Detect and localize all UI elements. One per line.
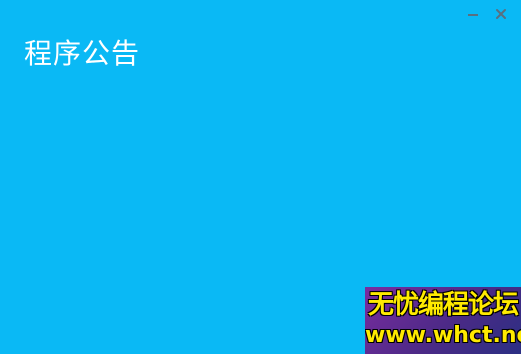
minimize-button[interactable]: [465, 6, 481, 22]
window-controls: [465, 6, 509, 22]
close-icon: [496, 9, 506, 19]
window-title: 程序公告: [24, 37, 141, 70]
announcement-window: 程序公告 无忧编程论坛 www.whct.net: [0, 0, 521, 354]
close-button[interactable]: [493, 6, 509, 22]
watermark-site-name: 无忧编程论坛: [367, 290, 519, 320]
watermark-url: www.whct.net: [365, 323, 521, 348]
minimize-icon: [468, 14, 478, 16]
watermark-logo: 无忧编程论坛 www.whct.net: [365, 287, 521, 354]
